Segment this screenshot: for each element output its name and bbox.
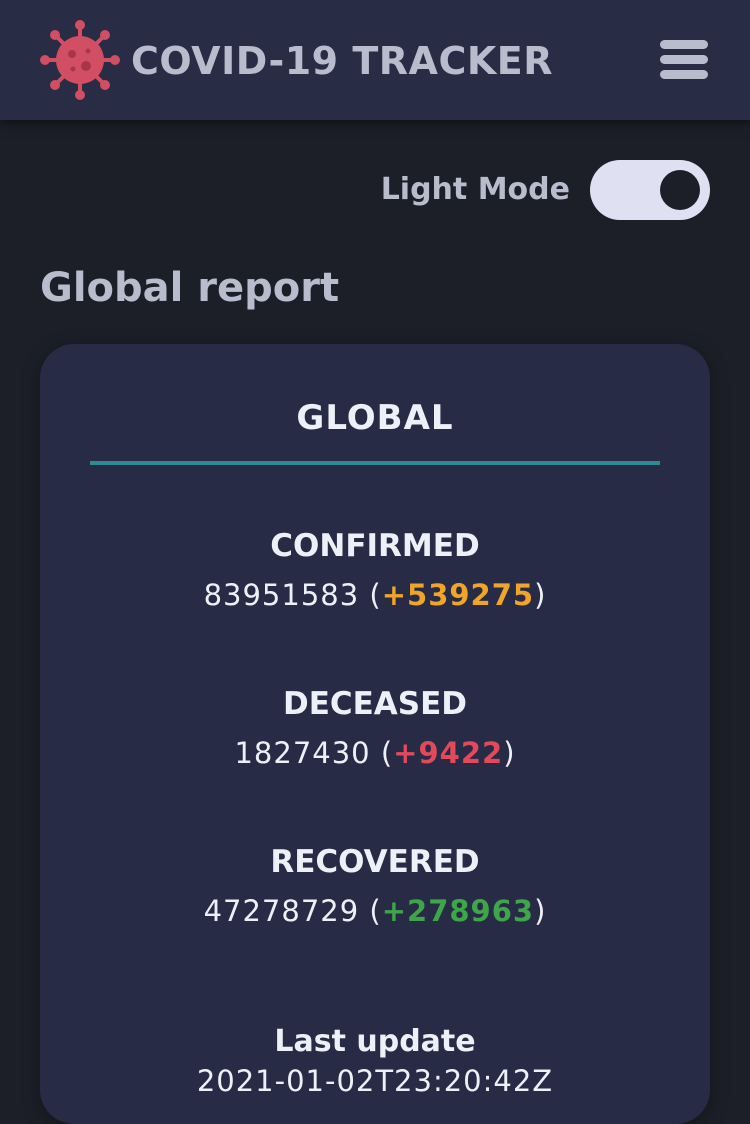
deceased-count: 1827430 (234, 736, 371, 770)
confirmed-delta: +539275 (381, 578, 535, 612)
card-divider (90, 461, 660, 465)
last-update-label: Last update (274, 1024, 476, 1059)
toggle-knob[interactable] (660, 170, 700, 210)
recovered-value: 47278729 (+278963) (203, 894, 547, 928)
deceased-delta: +9422 (393, 736, 504, 770)
virus-icon (40, 20, 120, 100)
confirmed-label: CONFIRMED (270, 528, 480, 564)
recovered-count: 47278729 (203, 894, 360, 928)
confirmed-value: 83951583 (+539275) (203, 578, 547, 612)
app-header: COVID-19 TRACKER (0, 0, 750, 120)
deceased-label: DECEASED (282, 686, 468, 722)
light-mode-label: Light Mode (380, 172, 570, 207)
hamburger-menu-icon[interactable] (660, 40, 708, 80)
confirmed-count: 83951583 (203, 578, 360, 612)
page-title: Global report (40, 265, 340, 311)
recovered-label: RECOVERED (270, 844, 480, 880)
last-update-value: 2021-01-02T23:20:42Z (196, 1064, 554, 1098)
deceased-value: 1827430 (+9422) (234, 736, 516, 770)
app-title: COVID-19 TRACKER (131, 39, 553, 83)
recovered-delta: +278963 (381, 894, 535, 928)
card-title: GLOBAL (296, 398, 454, 438)
